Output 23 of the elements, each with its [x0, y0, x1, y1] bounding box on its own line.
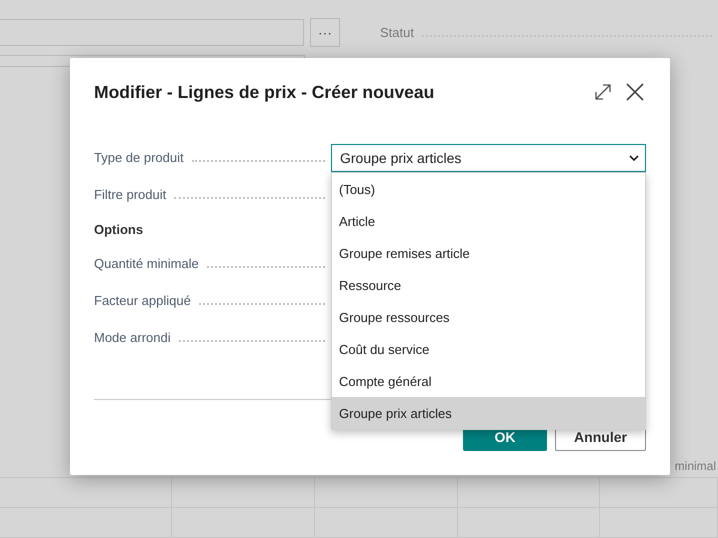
dropdown-option[interactable]: Groupe prix articles	[332, 397, 645, 429]
background-field[interactable]	[0, 19, 304, 46]
dropdown-option[interactable]: Ressource	[332, 269, 645, 301]
close-icon[interactable]	[626, 83, 644, 101]
field-label: Facteur appliqué	[94, 293, 191, 308]
dropdown-option[interactable]: Groupe remises article	[332, 237, 645, 269]
field-label: minimal	[674, 459, 716, 473]
status-label: Statut	[380, 25, 414, 40]
dropdown-option[interactable]: Groupe ressources	[332, 301, 645, 333]
more-button[interactable]: ⋯	[310, 18, 340, 47]
dropdown-option[interactable]: (Tous)	[332, 173, 645, 205]
field-label: Filtre produit	[94, 187, 166, 202]
dialog-title: Modifier - Lignes de prix - Créer nouveau	[94, 82, 436, 102]
chevron-down-icon	[629, 154, 639, 160]
dropdown-option[interactable]: Coût du service	[332, 333, 645, 365]
dropdown-option[interactable]: Compte général	[332, 365, 645, 397]
section-heading: Options	[94, 222, 144, 236]
dropdown-option[interactable]: Article	[332, 205, 645, 237]
field-label: Type de produit	[94, 150, 184, 165]
product-type-dropdown[interactable]: Groupe prix articles	[331, 144, 646, 172]
expand-icon[interactable]	[594, 83, 612, 101]
field-label: Mode arrondi	[94, 330, 171, 345]
field-label: Quantité minimale	[94, 256, 199, 271]
